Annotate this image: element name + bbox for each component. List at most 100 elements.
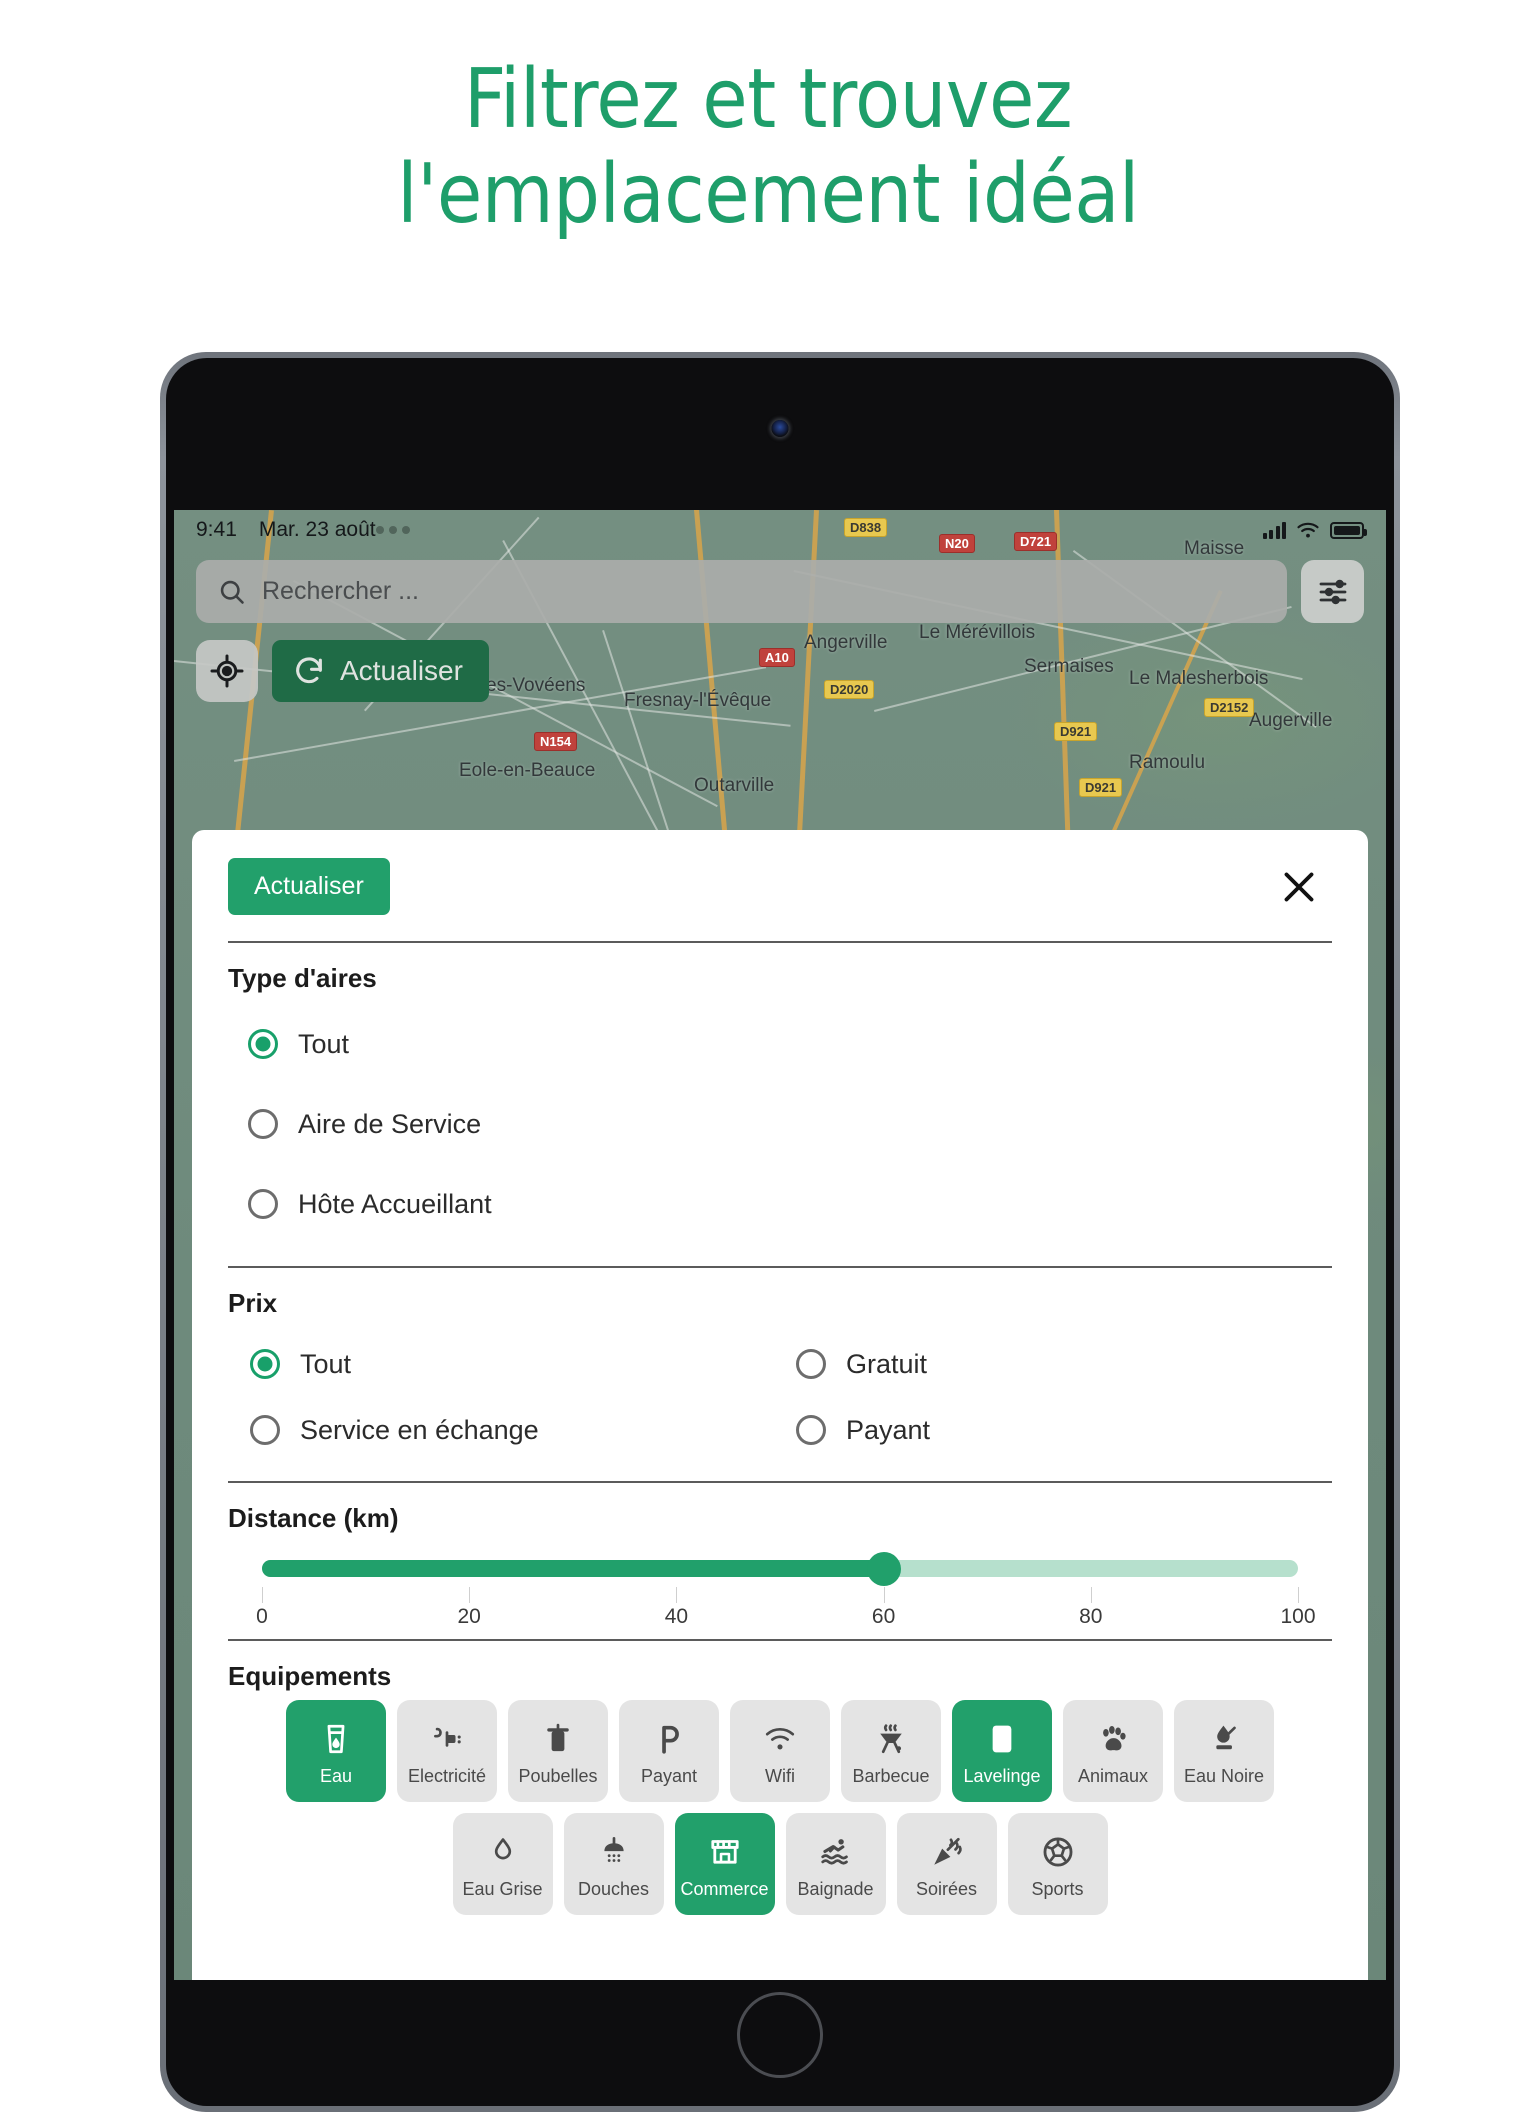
- radio-selected-icon: [250, 1349, 280, 1379]
- front-camera-icon: [771, 420, 789, 437]
- equipment-chip-label: Eau Grise: [462, 1878, 543, 1899]
- refresh-icon: [292, 654, 326, 688]
- equipment-chip-lavelinge[interactable]: Lavelinge: [952, 1700, 1052, 1802]
- locate-me-button[interactable]: [196, 640, 258, 702]
- equipment-chip-baignade[interactable]: Baignade: [785, 1813, 886, 1915]
- equipment-chip-electricit-[interactable]: Electricité: [397, 1700, 497, 1802]
- equipment-chip-label: Eau Noire: [1183, 1765, 1265, 1786]
- filter-sliders-icon: [1317, 576, 1349, 608]
- radio-option[interactable]: Aire de Service: [228, 1084, 1332, 1164]
- map-place-label: Ramoulu: [1129, 752, 1206, 773]
- radio-option[interactable]: Tout: [228, 1331, 780, 1397]
- map-road-shield: D921: [1079, 778, 1123, 797]
- equipment-chip-label: Baignade: [797, 1878, 874, 1899]
- map-place-label: Le Mérévillois: [919, 622, 1036, 643]
- type-radio-group[interactable]: Tout Aire de Service Hôte Accueillant: [228, 998, 1332, 1266]
- price-section-title: Prix: [228, 1288, 278, 1318]
- equipment-chip-wifi[interactable]: Wifi: [730, 1700, 830, 1802]
- equipment-chip-animaux[interactable]: Animaux: [1063, 1700, 1163, 1802]
- equipment-chip-label: Lavelinge: [963, 1765, 1041, 1786]
- apply-refresh-button[interactable]: Actualiser: [228, 858, 390, 915]
- map-control-row: Actualiser: [196, 640, 489, 702]
- radio-option-label: Hôte Accueillant: [298, 1188, 492, 1219]
- filter-button[interactable]: [1301, 560, 1364, 623]
- slider-tick-label: 100: [1280, 1605, 1316, 1628]
- search-input[interactable]: Rechercher ...: [196, 560, 1287, 623]
- slider-tick-label: 80: [1079, 1605, 1103, 1628]
- map-place-label: Eole-en-Beauce: [459, 760, 596, 781]
- slider-thumb[interactable]: [866, 1551, 901, 1586]
- map-place-label: Augerville: [1249, 710, 1333, 731]
- shop-storefront-icon: [708, 1831, 742, 1873]
- radio-option[interactable]: Hôte Accueillant: [228, 1164, 1332, 1244]
- map-place-label: Outarville: [694, 775, 775, 796]
- price-radio-group[interactable]: Tout Gratuit Service en échange Payant: [228, 1323, 1332, 1481]
- status-bar: 9:41 Mar. 23 août: [174, 510, 1386, 550]
- slider-tick: [1090, 1587, 1092, 1603]
- black-water-drain-icon: [1207, 1718, 1241, 1760]
- equipment-chip-eau-noire[interactable]: Eau Noire: [1174, 1700, 1274, 1802]
- equipment-chip-label: Poubelles: [518, 1765, 598, 1786]
- map-refresh-button[interactable]: Actualiser: [272, 640, 489, 702]
- radio-option[interactable]: Payant: [780, 1397, 1332, 1463]
- radio-option[interactable]: Service en échange: [228, 1397, 780, 1463]
- map-place-label: Le Malesherbois: [1129, 668, 1269, 689]
- status-bar-date: Mar. 23 août: [258, 518, 376, 541]
- equipment-chip-eau-grise[interactable]: Eau Grise: [452, 1813, 553, 1915]
- parking-p-icon: [652, 1718, 686, 1760]
- radio-unselected-icon: [250, 1415, 280, 1445]
- slider-tick-label: 60: [871, 1605, 896, 1628]
- radio-option[interactable]: Tout: [228, 1004, 1332, 1084]
- radio-option[interactable]: Gratuit: [780, 1331, 1332, 1397]
- map-road-shield: D2152: [1204, 698, 1255, 717]
- equipment-chip-payant[interactable]: Payant: [619, 1700, 719, 1802]
- page-title-line-2: l'emplacement idéal: [397, 147, 1139, 243]
- type-section-title: Type d'aires: [228, 963, 377, 993]
- crosshair-location-icon: [210, 654, 244, 688]
- status-bar-center-dots: [375, 526, 410, 534]
- paw-print-icon: [1096, 1718, 1130, 1760]
- equipment-chip-sports[interactable]: Sports: [1007, 1813, 1108, 1915]
- radio-unselected-icon: [796, 1415, 826, 1445]
- map-road-shield: A10: [759, 648, 795, 667]
- washing-machine-icon: [985, 1718, 1019, 1760]
- slider-filled-track: [262, 1560, 884, 1577]
- equipment-chip-label: Animaux: [1077, 1765, 1149, 1786]
- cellular-signal-icon: [1262, 521, 1286, 539]
- equipment-chip-douches[interactable]: Douches: [563, 1813, 664, 1915]
- equipment-chip-label: Wifi: [765, 1765, 795, 1786]
- water-drop-icon: [486, 1831, 520, 1873]
- filters-bottom-sheet: Actualiser Type d'aires Tout Aire de Serv…: [192, 830, 1368, 1980]
- slider-tick-label: 20: [457, 1605, 481, 1628]
- close-button[interactable]: [1276, 864, 1322, 910]
- equipment-chip-label: Commerce: [680, 1878, 769, 1899]
- slider-tick: [1298, 1587, 1299, 1603]
- home-button[interactable]: [737, 1992, 823, 2078]
- wifi-icon: [763, 1718, 797, 1760]
- equipment-chip-commerce[interactable]: Commerce: [674, 1813, 775, 1915]
- equipment-chip-barbecue[interactable]: Barbecue: [841, 1700, 941, 1802]
- equipments-section-title: Equipements: [228, 1661, 392, 1691]
- slider-tick: [676, 1587, 678, 1603]
- radio-unselected-icon: [248, 1109, 278, 1139]
- radio-option-label: Tout: [298, 1028, 350, 1059]
- football-ball-icon: [1041, 1831, 1075, 1873]
- radio-option-label: Tout: [300, 1348, 352, 1379]
- radio-unselected-icon: [248, 1189, 278, 1219]
- page-title-line-1: Filtrez et trouvez: [463, 52, 1073, 147]
- equipment-chip-label: Payant: [640, 1765, 698, 1786]
- map-road-shield: N154: [534, 732, 578, 751]
- distance-slider[interactable]: [228, 1538, 1332, 1587]
- equipment-chip-poubelles[interactable]: Poubelles: [508, 1700, 608, 1802]
- slider-track[interactable]: [262, 1551, 1298, 1586]
- radio-selected-icon: [248, 1029, 278, 1059]
- equipment-chip-row: Eau Grise Douches Commerce Baignade Soirées S…: [228, 1813, 1332, 1915]
- water-cup-icon: [319, 1718, 353, 1760]
- equipment-chip-label: Douches: [577, 1878, 650, 1899]
- search-row: Rechercher ...: [196, 560, 1364, 623]
- map-place-label: Sermaises: [1024, 656, 1114, 677]
- status-bar-time: 9:41: [196, 518, 237, 541]
- equipment-chip-soir-es[interactable]: Soirées: [896, 1813, 997, 1915]
- equipment-chip-eau[interactable]: Eau: [286, 1700, 386, 1802]
- tablet-screen: Les Villages-Vovéens Fresnay-l'Évêque Eole…: [174, 510, 1386, 1980]
